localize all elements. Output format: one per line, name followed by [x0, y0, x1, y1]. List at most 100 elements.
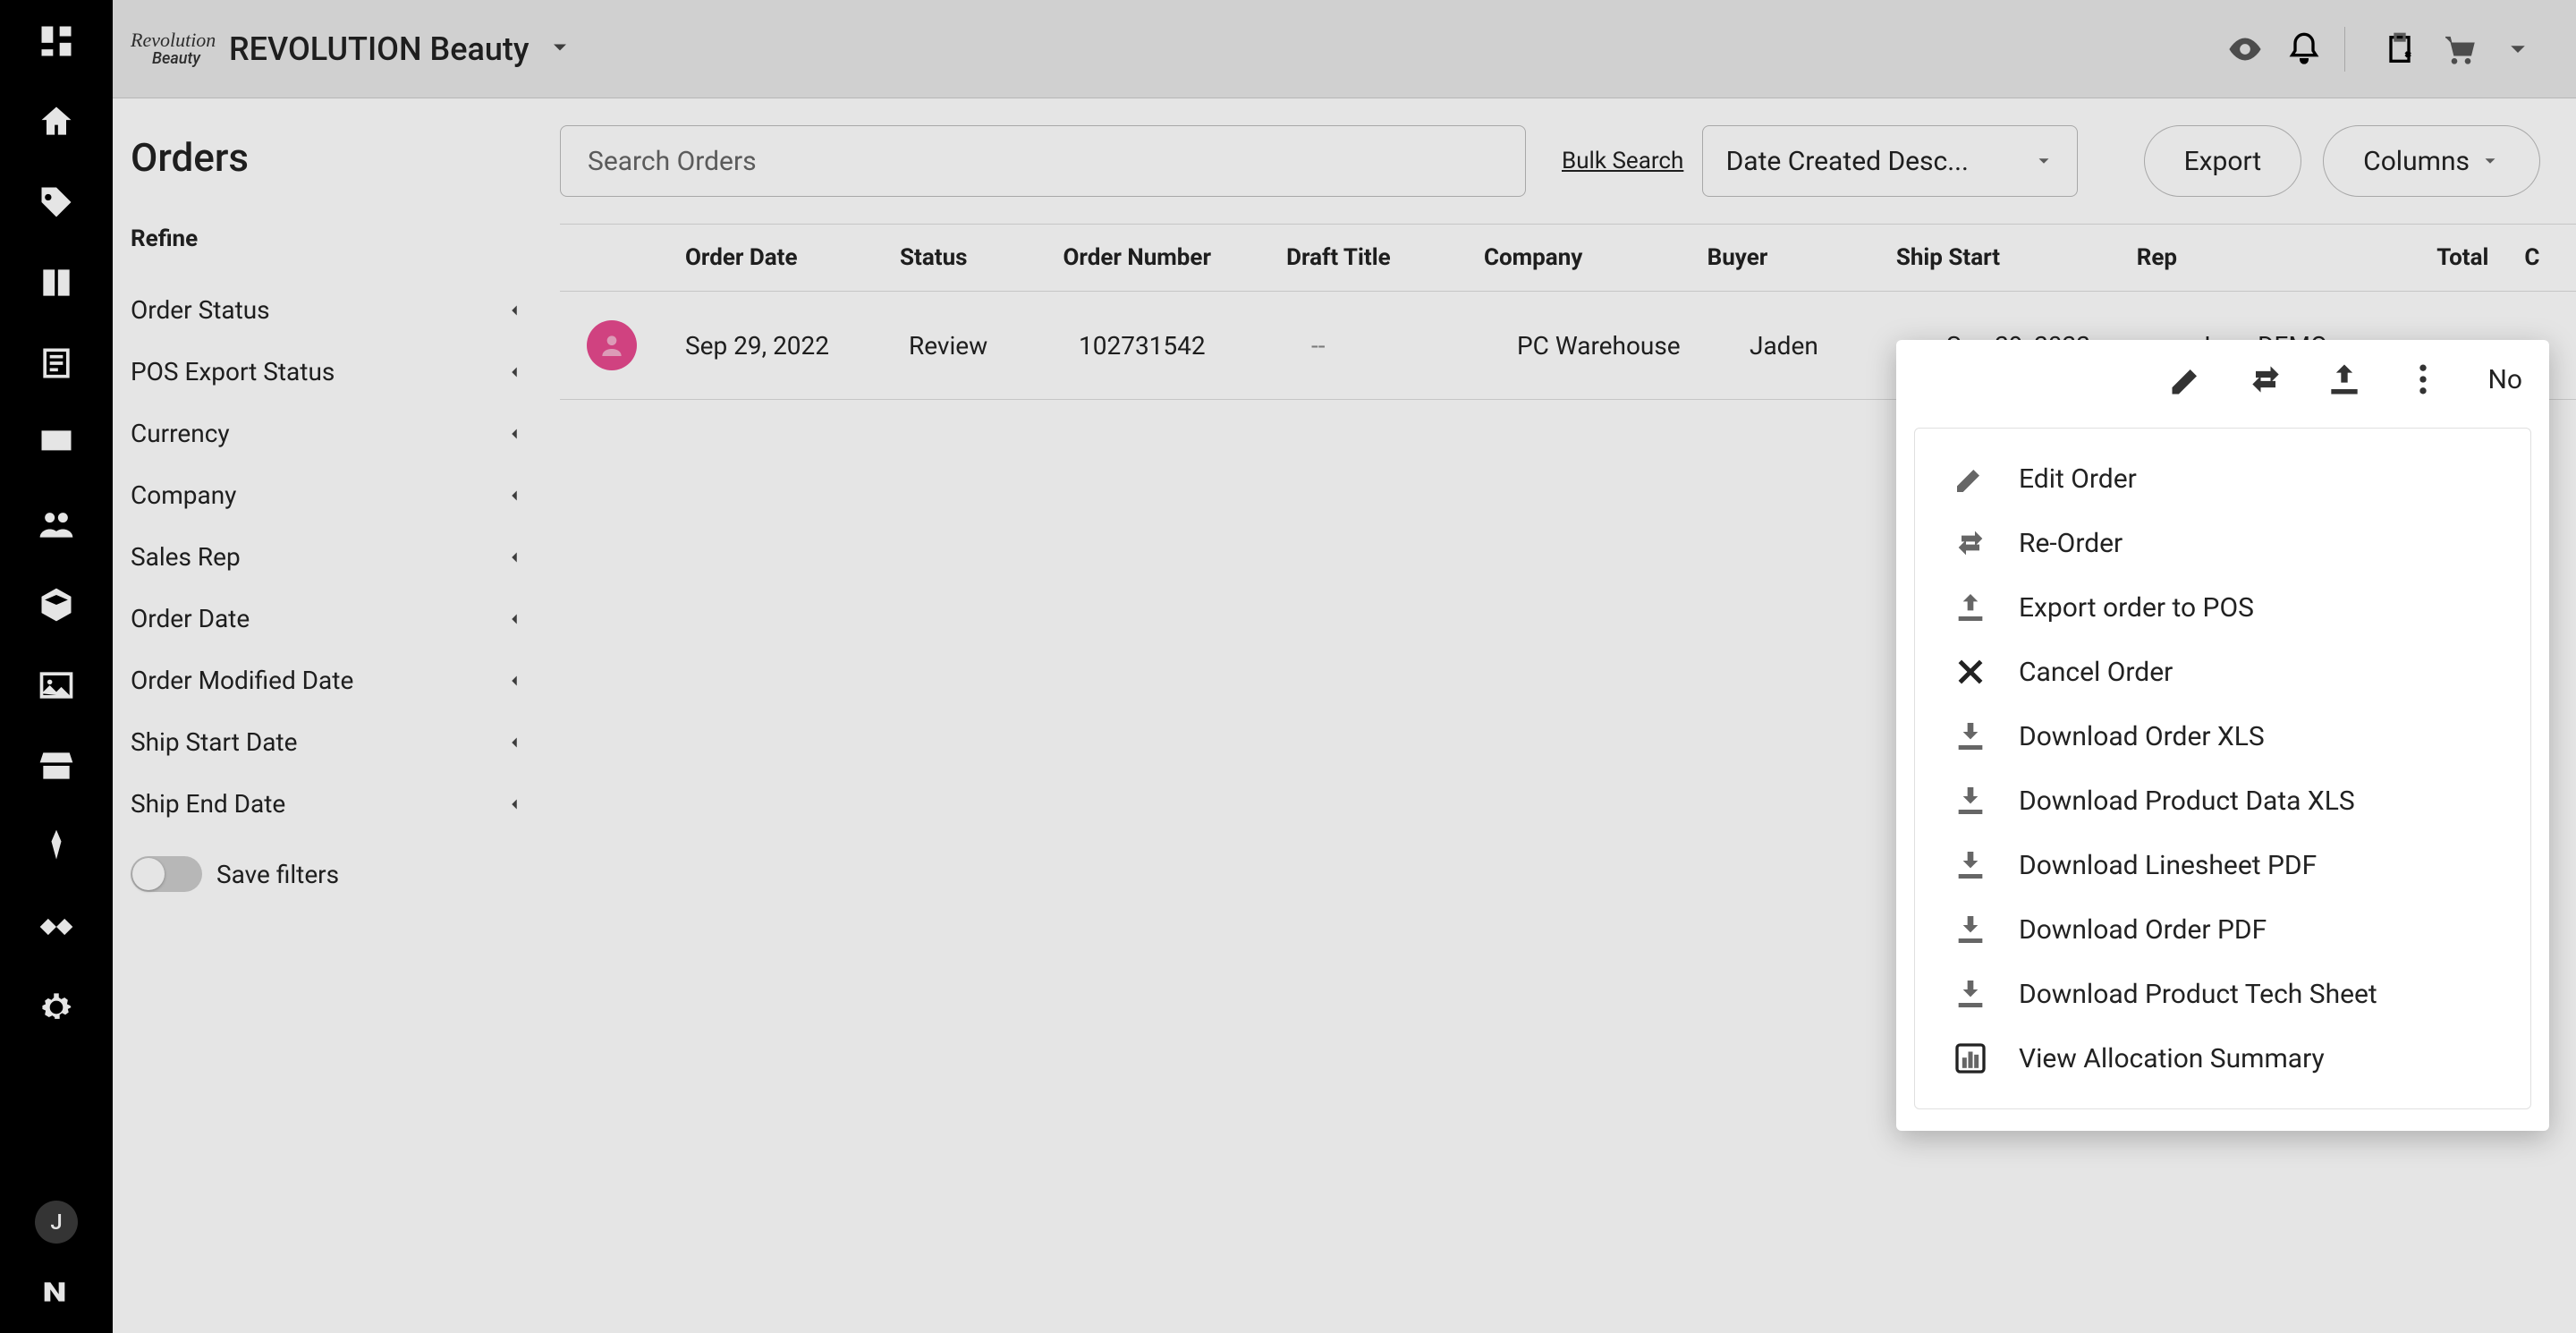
menu-item[interactable]: Cancel Order: [1915, 640, 2530, 704]
chevron-left-icon: [504, 424, 524, 444]
menu-item-label: Download Linesheet PDF: [2019, 850, 2317, 881]
cart-icon[interactable]: [2436, 27, 2481, 72]
nav-design-icon[interactable]: [33, 823, 80, 870]
columns-button[interactable]: Columns: [2323, 125, 2540, 197]
menu-item[interactable]: Download Linesheet PDF: [1915, 833, 2530, 897]
menu-item[interactable]: Export order to POS: [1915, 575, 2530, 640]
filters-sidebar: Orders Refine Order StatusPOS Export Sta…: [113, 98, 560, 1333]
menu-item-label: Download Order PDF: [2019, 914, 2267, 946]
nav-store-icon[interactable]: [33, 743, 80, 789]
page-title: Orders: [131, 134, 524, 181]
chevron-left-icon: [504, 609, 524, 629]
menu-item-label: Re-Order: [2019, 528, 2123, 559]
cell-order-date: Sep 29, 2022: [685, 331, 909, 361]
sort-select-value: Date Created Desc...: [1726, 146, 1969, 177]
th-order-number[interactable]: Order Number: [1063, 244, 1286, 271]
chevron-down-icon: [2480, 151, 2500, 171]
brand-logo: RevolutionBeauty: [131, 31, 211, 67]
clipboard-icon[interactable]: [2377, 27, 2422, 72]
menu-item[interactable]: Download Product Data XLS: [1915, 768, 2530, 833]
download-icon: [1951, 910, 1990, 949]
upload-icon: [1951, 588, 1990, 627]
filter-item[interactable]: POS Export Status: [131, 341, 524, 403]
menu-item-label: Edit Order: [2019, 463, 2137, 495]
nav-media-icon[interactable]: [33, 662, 80, 709]
th-total[interactable]: Total: [2402, 244, 2524, 271]
menu-item-label: Download Product Tech Sheet: [2019, 979, 2377, 1010]
menu-item-label: Cancel Order: [2019, 657, 2173, 688]
chevron-left-icon: [504, 362, 524, 382]
nav-settings-icon[interactable]: [33, 984, 80, 1031]
nav-partners-icon[interactable]: [33, 904, 80, 950]
filter-item-label: Order Status: [131, 295, 270, 325]
th-order-date[interactable]: Order Date: [685, 244, 900, 271]
chevron-left-icon: [504, 671, 524, 691]
popover-toolbar: No: [1896, 340, 2549, 419]
nav-orders-icon[interactable]: [33, 582, 80, 628]
nav-platform-logo-icon: [34, 1278, 79, 1306]
filter-item-label: POS Export Status: [131, 357, 335, 386]
row-avatar-icon: [587, 320, 637, 370]
nav-users-icon[interactable]: [33, 501, 80, 548]
export-button[interactable]: Export: [2144, 125, 2302, 197]
search-input[interactable]: [560, 125, 1526, 197]
filter-item[interactable]: Ship Start Date: [131, 711, 524, 773]
th-draft-title[interactable]: Draft Title: [1286, 244, 1484, 271]
menu-item[interactable]: Download Order XLS: [1915, 704, 2530, 768]
reorder-icon[interactable]: [2244, 358, 2287, 401]
popover-menu: Edit Order Re-Order Export order to POS Can…: [1914, 428, 2531, 1109]
cancel-icon: [1951, 652, 1990, 692]
filter-item-label: Order Modified Date: [131, 666, 353, 695]
menu-item[interactable]: View Allocation Summary: [1915, 1026, 2530, 1091]
edit-icon: [1951, 459, 1990, 498]
menu-item[interactable]: Download Product Tech Sheet: [1915, 962, 2530, 1026]
nav-tag-icon[interactable]: [33, 179, 80, 225]
nav-linesheets-icon[interactable]: [33, 340, 80, 386]
nav-home-icon[interactable]: [33, 98, 80, 145]
save-filters-toggle[interactable]: [131, 856, 202, 892]
chart-icon: [1951, 1039, 1990, 1078]
chevron-left-icon: [504, 301, 524, 320]
brand-switcher-chevron-icon[interactable]: [547, 35, 572, 64]
th-company[interactable]: Company: [1484, 244, 1707, 271]
nav-dashboard-icon[interactable]: [33, 18, 80, 64]
notifications-icon[interactable]: [2282, 27, 2326, 72]
header-chevron-down-icon[interactable]: [2496, 27, 2540, 72]
th-status[interactable]: Status: [900, 244, 1063, 271]
th-buyer[interactable]: Buyer: [1707, 244, 1896, 271]
menu-item[interactable]: Re-Order: [1915, 511, 2530, 575]
nav-user-avatar[interactable]: J: [35, 1201, 78, 1244]
menu-item[interactable]: Edit Order: [1915, 446, 2530, 511]
nav-catalog-icon[interactable]: [33, 259, 80, 306]
th-extra[interactable]: C: [2524, 244, 2576, 271]
filter-item[interactable]: Currency: [131, 403, 524, 464]
sort-select[interactable]: Date Created Desc...: [1702, 125, 2078, 197]
reorder-icon: [1951, 523, 1990, 563]
cell-draft-title: --: [1311, 331, 1517, 361]
filter-item[interactable]: Company: [131, 464, 524, 526]
chevron-left-icon: [504, 548, 524, 567]
filter-item[interactable]: Order Modified Date: [131, 650, 524, 711]
chevron-left-icon: [504, 733, 524, 752]
menu-item[interactable]: Download Order PDF: [1915, 897, 2530, 962]
filter-item[interactable]: Ship End Date: [131, 773, 524, 835]
upload-icon[interactable]: [2323, 358, 2366, 401]
left-nav: J: [0, 0, 113, 1333]
bulk-search-link[interactable]: Bulk Search: [1562, 148, 1683, 174]
top-header: RevolutionBeauty REVOLUTION Beauty: [113, 0, 2576, 98]
edit-icon[interactable]: [2165, 358, 2208, 401]
popover-trailing-text: No: [2487, 364, 2522, 395]
filter-item[interactable]: Order Status: [131, 279, 524, 341]
save-filters-row: Save filters: [131, 856, 524, 892]
th-rep[interactable]: Rep: [2137, 244, 2403, 271]
more-icon[interactable]: [2402, 358, 2445, 401]
th-ship-start[interactable]: Ship Start: [1896, 244, 2137, 271]
nav-presentation-icon[interactable]: [33, 420, 80, 467]
chevron-down-icon: [2034, 151, 2054, 171]
cell-order-number: 102731542: [1079, 331, 1311, 361]
visibility-icon[interactable]: [2223, 27, 2267, 72]
filter-item[interactable]: Sales Rep: [131, 526, 524, 588]
filter-item[interactable]: Order Date: [131, 588, 524, 650]
menu-item-label: Export order to POS: [2019, 592, 2254, 624]
chevron-left-icon: [504, 486, 524, 505]
